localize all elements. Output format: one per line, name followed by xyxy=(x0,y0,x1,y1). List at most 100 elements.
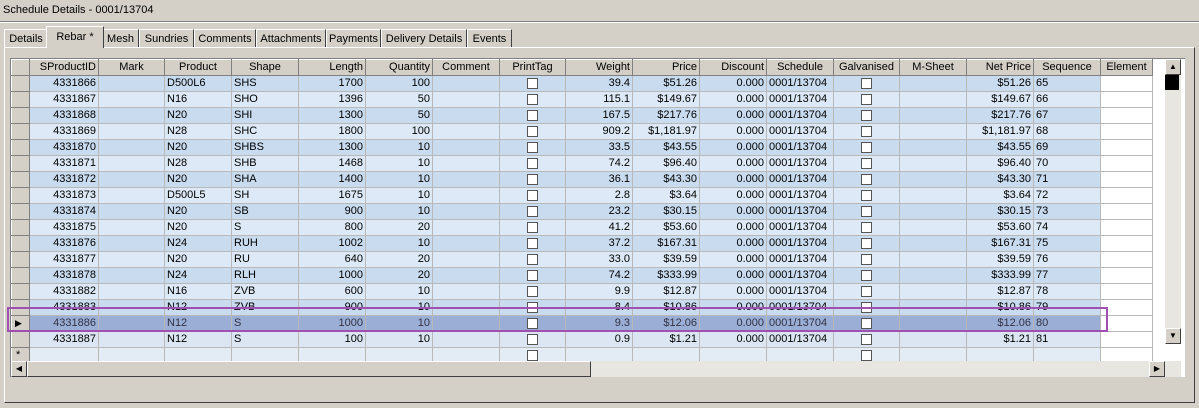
cell-schedule[interactable]: 0001/13704 xyxy=(766,107,834,124)
cell-comment[interactable] xyxy=(432,299,500,316)
cell-shape[interactable]: SH xyxy=(231,187,299,204)
galvanised-checkbox[interactable] xyxy=(861,253,872,265)
cell-weight[interactable]: 39.4 xyxy=(565,75,633,92)
cell-sequence[interactable]: 81 xyxy=(1033,331,1101,348)
printtag-checkbox[interactable] xyxy=(527,93,538,105)
row-selector[interactable] xyxy=(11,171,30,188)
cell-element[interactable] xyxy=(1100,139,1153,156)
column-header-schedule[interactable]: Schedule xyxy=(766,59,834,76)
cell-sproductid[interactable]: 4331867 xyxy=(29,91,99,108)
cell-quantity[interactable]: 50 xyxy=(365,107,433,124)
table-row[interactable]: 4331866 D500L6 SHS 1700 100 39.4 $51.26 0.000 00… xyxy=(11,75,1153,92)
cell-schedule[interactable]: 0001/13704 xyxy=(766,139,834,156)
galvanised-checkbox[interactable] xyxy=(861,237,872,249)
cell-price[interactable]: $53.60 xyxy=(632,219,700,236)
tab-comments[interactable]: Comments xyxy=(194,29,256,47)
cell-m-sheet[interactable] xyxy=(899,203,967,220)
cell-mark[interactable] xyxy=(98,331,165,348)
cell-sequence[interactable]: 76 xyxy=(1033,251,1101,268)
cell-discount[interactable]: 0.000 xyxy=(699,171,767,188)
scroll-up-button[interactable]: ▲ xyxy=(1165,59,1181,75)
horizontal-scroll-thumb[interactable] xyxy=(27,361,591,377)
printtag-checkbox[interactable] xyxy=(527,141,538,153)
cell-quantity[interactable]: 20 xyxy=(365,267,433,284)
cell-price[interactable]: $167.31 xyxy=(632,235,700,252)
galvanised-checkbox[interactable] xyxy=(861,173,872,185)
cell-net-price[interactable]: $149.67 xyxy=(966,91,1034,108)
cell-price[interactable]: $217.76 xyxy=(632,107,700,124)
cell-net-price[interactable]: $10.86 xyxy=(966,299,1034,316)
cell-net-price[interactable]: $39.59 xyxy=(966,251,1034,268)
cell-mark[interactable] xyxy=(98,171,165,188)
printtag-checkbox[interactable] xyxy=(527,173,538,185)
printtag-checkbox[interactable] xyxy=(527,317,538,329)
cell-sequence[interactable]: 66 xyxy=(1033,91,1101,108)
cell-weight[interactable]: 9.9 xyxy=(565,283,633,300)
cell-net-price[interactable]: $1.21 xyxy=(966,331,1034,348)
cell-element[interactable] xyxy=(1100,91,1153,108)
cell-net-price[interactable]: $12.06 xyxy=(966,315,1034,332)
cell-price[interactable]: $43.55 xyxy=(632,139,700,156)
cell-element[interactable] xyxy=(1100,299,1153,316)
printtag-checkbox[interactable] xyxy=(527,125,538,137)
cell-sproductid[interactable]: 4331869 xyxy=(29,123,99,140)
cell-shape[interactable]: SHI xyxy=(231,107,299,124)
cell-price[interactable]: $10.86 xyxy=(632,299,700,316)
row-selector[interactable] xyxy=(11,267,30,284)
cell-product[interactable]: D500L6 xyxy=(164,75,232,92)
cell-shape[interactable]: SHBS xyxy=(231,139,299,156)
cell-length[interactable]: 100 xyxy=(298,331,366,348)
cell-sequence[interactable]: 77 xyxy=(1033,267,1101,284)
cell-comment[interactable] xyxy=(432,171,500,188)
cell-sproductid[interactable]: 4331887 xyxy=(29,331,99,348)
cell-mark[interactable] xyxy=(98,267,165,284)
cell-price[interactable]: $333.99 xyxy=(632,267,700,284)
cell-m-sheet[interactable] xyxy=(899,251,967,268)
cell-price[interactable]: $39.59 xyxy=(632,251,700,268)
cell-quantity[interactable]: 100 xyxy=(365,75,433,92)
cell-schedule[interactable]: 0001/13704 xyxy=(766,123,834,140)
cell-schedule[interactable]: 0001/13704 xyxy=(766,155,834,172)
cell-discount[interactable]: 0.000 xyxy=(699,251,767,268)
cell-quantity[interactable]: 10 xyxy=(365,331,433,348)
cell-element[interactable] xyxy=(1100,171,1153,188)
cell-sequence[interactable]: 67 xyxy=(1033,107,1101,124)
vertical-scrollbar[interactable]: ▲ ▼ xyxy=(1165,59,1181,344)
printtag-checkbox[interactable] xyxy=(527,189,538,201)
cell-quantity[interactable]: 10 xyxy=(365,315,433,332)
column-header-element[interactable]: Element xyxy=(1100,59,1153,76)
cell-element[interactable] xyxy=(1100,107,1153,124)
column-header-m-sheet[interactable]: M-Sheet xyxy=(899,59,967,76)
printtag-checkbox[interactable] xyxy=(527,349,538,361)
cell-sequence[interactable]: 74 xyxy=(1033,219,1101,236)
row-selector[interactable] xyxy=(11,283,30,300)
cell-mark[interactable] xyxy=(98,75,165,92)
cell-element[interactable] xyxy=(1100,235,1153,252)
galvanised-checkbox[interactable] xyxy=(861,301,872,313)
cell-discount[interactable]: 0.000 xyxy=(699,235,767,252)
cell-product[interactable]: N20 xyxy=(164,107,232,124)
column-header-mark[interactable]: Mark xyxy=(98,59,165,76)
printtag-checkbox[interactable] xyxy=(527,77,538,89)
cell-product[interactable]: N12 xyxy=(164,299,232,316)
cell-m-sheet[interactable] xyxy=(899,331,967,348)
cell-quantity[interactable]: 10 xyxy=(365,155,433,172)
printtag-checkbox[interactable] xyxy=(527,221,538,233)
cell-net-price[interactable]: $1,181.97 xyxy=(966,123,1034,140)
cell-mark[interactable] xyxy=(98,139,165,156)
cell-m-sheet[interactable] xyxy=(899,315,967,332)
cell-comment[interactable] xyxy=(432,155,500,172)
table-row[interactable]: 4331877 N20 RU 640 20 33.0 $39.59 0.000 0001/137… xyxy=(11,251,1153,268)
cell-weight[interactable]: 74.2 xyxy=(565,155,633,172)
cell-sequence[interactable]: 75 xyxy=(1033,235,1101,252)
printtag-checkbox[interactable] xyxy=(527,333,538,345)
column-header-shape[interactable]: Shape xyxy=(231,59,299,76)
cell-length[interactable]: 1300 xyxy=(298,139,366,156)
galvanised-checkbox[interactable] xyxy=(861,125,872,137)
cell-quantity[interactable]: 20 xyxy=(365,251,433,268)
cell-sproductid[interactable]: 4331874 xyxy=(29,203,99,220)
cell-schedule[interactable]: 0001/13704 xyxy=(766,187,834,204)
column-header-comment[interactable]: Comment xyxy=(432,59,500,76)
cell-product[interactable]: N20 xyxy=(164,171,232,188)
cell-length[interactable]: 1700 xyxy=(298,75,366,92)
